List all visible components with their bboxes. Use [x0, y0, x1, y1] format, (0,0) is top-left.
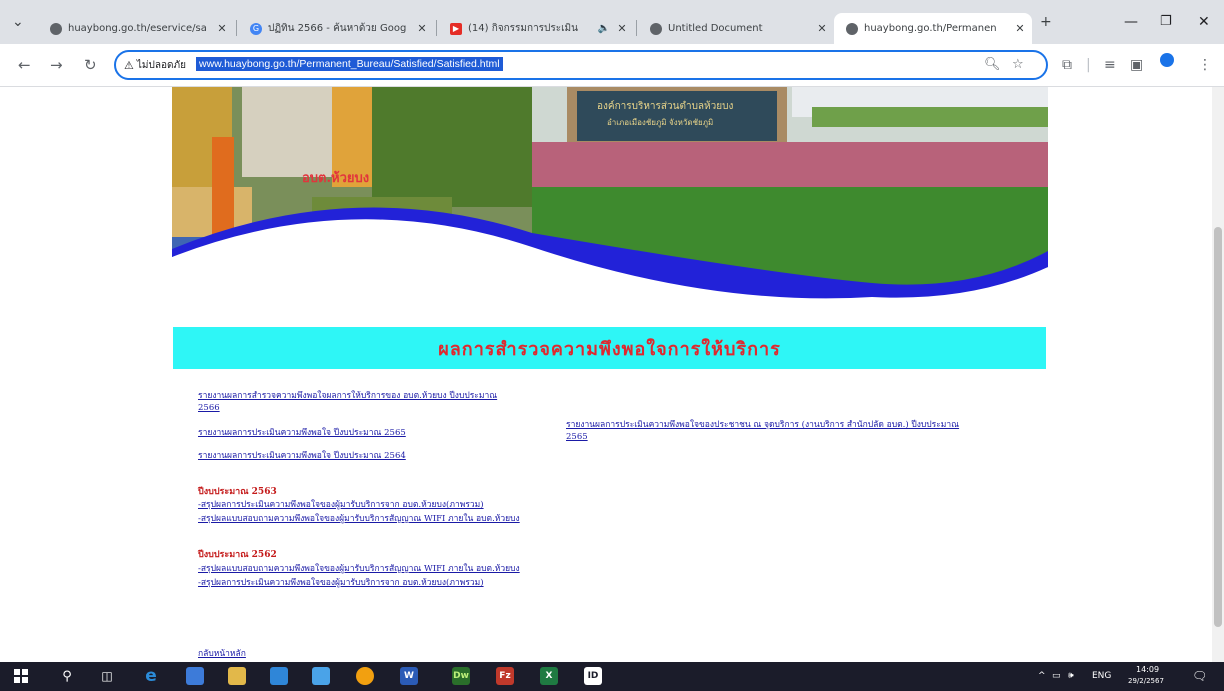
- svg-text:องค์การบริหารส่วนตำบลห้วยบง: องค์การบริหารส่วนตำบลห้วยบง: [597, 100, 733, 112]
- clock-time[interactable]: 14:09: [1136, 665, 1159, 674]
- windows-start-icon[interactable]: [12, 667, 30, 685]
- restore-icon[interactable]: ❐: [1160, 14, 1172, 29]
- page-scrollbar[interactable]: [1212, 87, 1224, 662]
- tab-title: (14) กิจกรรมการประเมิน: [468, 23, 578, 34]
- address-bar[interactable]: ⚠ ไม่ปลอดภัย www.huaybong.go.th/Permanen…: [114, 50, 1048, 80]
- web-page: อบต.ห้วยบง องค์การบริหารส่วนตำบลห้วยบง อ…: [0, 87, 1212, 662]
- id-app-icon[interactable]: ID: [584, 667, 602, 685]
- close-icon[interactable]: ✕: [814, 22, 830, 35]
- tab-title: huaybong.go.th/Permanen: [864, 23, 997, 34]
- svg-text:อบต.ห้วยบง: อบต.ห้วยบง: [302, 170, 369, 186]
- close-icon[interactable]: ✕: [614, 22, 630, 35]
- globe-icon: [650, 22, 662, 35]
- clock-date[interactable]: 29/2/2567: [1128, 677, 1164, 685]
- page-heading-bar: ผลการสำรวจความพึงพอใจการให้บริการ: [173, 327, 1046, 369]
- tab-active-permanent[interactable]: huaybong.go.th/Permanen ✕: [834, 13, 1032, 44]
- link-2562-wifi[interactable]: -สรุปผลแบบสอบถามความพึงพอใจของผู้มารับบร…: [198, 563, 520, 575]
- close-icon[interactable]: ✕: [214, 22, 230, 35]
- back-icon[interactable]: ←: [18, 56, 31, 74]
- new-tab-icon[interactable]: +: [1040, 14, 1052, 30]
- forward-icon[interactable]: →: [50, 56, 63, 74]
- close-icon[interactable]: ✕: [1012, 22, 1028, 35]
- toolbar-divider: |: [1086, 57, 1091, 73]
- tab-untitled-document[interactable]: Untitled Document ✕: [638, 13, 834, 44]
- excel-icon[interactable]: X: [540, 667, 558, 685]
- volume-icon[interactable]: 🕪: [1068, 671, 1074, 681]
- window-close-icon[interactable]: ✕: [1198, 14, 1210, 30]
- windows-taskbar: ⚲ ◫ e W Dw Fz X ID ^ ▭ 🕪 ENG 14:09 29/2/…: [0, 662, 1224, 691]
- reload-icon[interactable]: ↻: [84, 56, 97, 74]
- edge-icon[interactable]: e: [142, 666, 160, 686]
- language-indicator[interactable]: ENG: [1092, 671, 1111, 681]
- link-satisfaction-2566[interactable]: รายงานผลการสำรวจความพึงพอใจผลการให้บริกา…: [198, 390, 497, 402]
- link-satisfaction-2566-year[interactable]: 2566: [198, 402, 220, 414]
- google-icon: G: [250, 22, 262, 35]
- globe-icon: [50, 22, 62, 35]
- tab-strip: ⌄ huaybong.go.th/eservice/sa ✕ G ปฏิทิน …: [0, 0, 1224, 44]
- chrome-icon[interactable]: [356, 667, 374, 685]
- link-evaluation-2564[interactable]: รายงานผลการประเมินความพึงพอใจ ปีงบประมาณ…: [198, 450, 406, 462]
- minimize-icon[interactable]: —: [1124, 14, 1138, 30]
- side-panel-icon[interactable]: ▣: [1130, 57, 1143, 73]
- zoom-icon[interactable]: 🔍︎: [984, 57, 1001, 72]
- file-explorer-icon[interactable]: [228, 667, 246, 685]
- network-icon[interactable]: ▭: [1052, 671, 1061, 681]
- site-info-button[interactable]: ⚠ ไม่ปลอดภัย: [124, 58, 186, 73]
- link-service-point-2565-year[interactable]: 2565: [566, 431, 588, 443]
- search-icon[interactable]: ⚲: [58, 667, 76, 685]
- menu-kebab-icon[interactable]: ⋮: [1198, 57, 1212, 73]
- year-2562-heading: ปีงบประมาณ 2562: [198, 550, 277, 560]
- dreamweaver-icon[interactable]: Dw: [452, 667, 470, 685]
- link-2563-wifi[interactable]: -สรุปผลแบบสอบถามความพึงพอใจของผู้มารับบร…: [198, 513, 520, 525]
- profile-avatar[interactable]: [1160, 53, 1174, 67]
- tab-title: Untitled Document: [668, 23, 763, 34]
- header-banner-image: อบต.ห้วยบง องค์การบริหารส่วนตำบลห้วยบง อ…: [172, 87, 1048, 312]
- link-2563-overall[interactable]: -สรุปผลการประเมินความพึงพอใจของผู้มารับบ…: [198, 499, 484, 511]
- filezilla-icon[interactable]: Fz: [496, 667, 514, 685]
- speaker-icon[interactable]: 🔈: [598, 23, 610, 34]
- tray-chevron-icon[interactable]: ^: [1038, 671, 1046, 681]
- link-evaluation-2565[interactable]: รายงานผลการประเมินความพึงพอใจ ปีงบประมาณ…: [198, 427, 406, 439]
- extensions-icon[interactable]: ⧉: [1062, 57, 1072, 73]
- browser-toolbar: ← → ↻ ⚠ ไม่ปลอดภัย www.huaybong.go.th/Pe…: [0, 44, 1224, 87]
- tab-title: huaybong.go.th/eservice/sa: [68, 23, 207, 34]
- tab-search-icon[interactable]: ⌄: [12, 14, 24, 30]
- link-service-point-2565[interactable]: รายงานผลการประเมินความพึงพอใจของประชาชน …: [566, 419, 959, 431]
- svg-text:อำเภอเมืองชัยภูมิ จังหวัดชัยภู: อำเภอเมืองชัยภูมิ จังหวัดชัยภูมิ: [607, 118, 713, 128]
- scrollbar-thumb[interactable]: [1214, 227, 1222, 627]
- page-heading: ผลการสำรวจความพึงพอใจการให้บริการ: [438, 338, 781, 360]
- youtube-icon: ▶: [450, 22, 462, 35]
- tab-youtube[interactable]: ▶ (14) กิจกรรมการประเมิน 🔈 ✕: [438, 13, 634, 44]
- word-icon[interactable]: W: [400, 667, 418, 685]
- bookmark-star-icon[interactable]: ☆: [1012, 57, 1024, 72]
- globe-icon: [846, 22, 858, 35]
- back-to-home-link[interactable]: กลับหน้าหลัก: [198, 648, 246, 660]
- task-view-icon[interactable]: ◫: [98, 667, 116, 685]
- app-icon[interactable]: [312, 667, 330, 685]
- store-icon[interactable]: [186, 667, 204, 685]
- warning-icon: ⚠: [124, 59, 134, 72]
- year-2563-heading: ปีงบประมาณ 2563: [198, 487, 277, 497]
- notification-icon[interactable]: 🗨: [1192, 669, 1207, 683]
- reading-list-icon[interactable]: ≡: [1104, 57, 1116, 73]
- mail-icon[interactable]: [270, 667, 288, 685]
- close-icon[interactable]: ✕: [414, 22, 430, 35]
- url-text[interactable]: www.huaybong.go.th/Permanent_Bureau/Sati…: [196, 57, 503, 71]
- security-label: ไม่ปลอดภัย: [136, 60, 186, 71]
- tab-eservice[interactable]: huaybong.go.th/eservice/sa ✕: [38, 13, 234, 44]
- link-2562-overall[interactable]: -สรุปผลการประเมินความพึงพอใจของผู้มารับบ…: [198, 577, 484, 589]
- tab-google-search[interactable]: G ปฏิทิน 2566 - ค้นหาด้วย Goog ✕: [238, 13, 434, 44]
- tab-title: ปฏิทิน 2566 - ค้นหาด้วย Goog: [268, 23, 407, 34]
